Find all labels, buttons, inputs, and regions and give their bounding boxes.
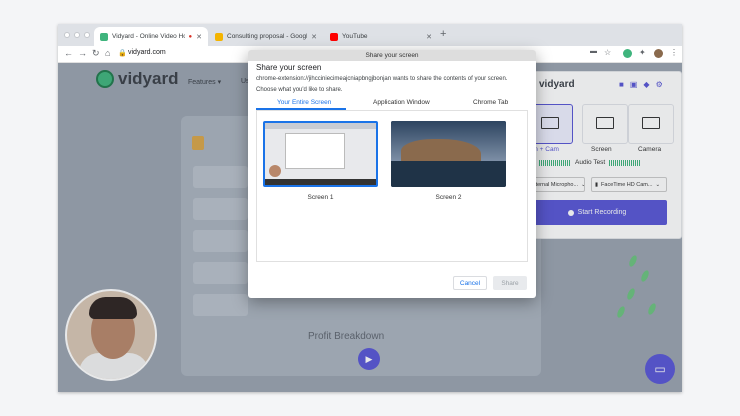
dialog-heading: Share your screen xyxy=(256,63,322,72)
thumb-dock xyxy=(265,179,376,185)
tab-vidyard[interactable]: Vidyard - Online Video Ho ● ✕ xyxy=(94,27,208,46)
window-controls xyxy=(64,32,90,38)
tab-entire-screen[interactable]: Your Entire Screen xyxy=(277,99,331,106)
recording-indicator-icon: ● xyxy=(188,33,193,40)
browser-window: Vidyard - Online Video Ho ● ✕ Consulting… xyxy=(58,24,682,392)
thumb-webcam xyxy=(269,165,281,177)
tab-consulting[interactable]: Consulting proposal - Googl ✕ xyxy=(209,27,323,46)
share-button[interactable]: Share xyxy=(493,276,527,290)
thumb-toolbar xyxy=(265,123,376,129)
minimize-window-button[interactable] xyxy=(74,32,80,38)
forward-icon[interactable]: → xyxy=(78,48,87,58)
dialog-message: chrome-extension://jihcciniecimeajcniapb… xyxy=(256,75,528,97)
dialog-title-bar: Share your screen xyxy=(248,50,536,61)
screen-1-label: Screen 1 xyxy=(307,194,334,201)
new-tab-button[interactable]: + xyxy=(440,28,446,40)
close-window-button[interactable] xyxy=(64,32,70,38)
active-tab-underline xyxy=(256,108,346,110)
screen-grid: Screen 1 Screen 2 xyxy=(256,111,528,262)
youtube-favicon-icon xyxy=(330,32,338,41)
vidyard-extension-icon[interactable] xyxy=(623,49,632,58)
slides-favicon-icon xyxy=(215,32,223,41)
tab-application-window[interactable]: Application Window xyxy=(373,99,430,106)
maximize-window-button[interactable] xyxy=(84,32,90,38)
close-tab-icon[interactable]: ✕ xyxy=(196,33,202,41)
cancel-button[interactable]: Cancel xyxy=(453,276,487,290)
screen-2-label: Screen 2 xyxy=(435,194,462,201)
tab-youtube[interactable]: YouTube ✕ xyxy=(324,27,438,46)
tab-title: Vidyard - Online Video Ho xyxy=(112,33,185,40)
menu-kebab-icon[interactable]: ⋮ xyxy=(670,48,678,57)
tab-strip: Vidyard - Online Video Ho ● ✕ Consulting… xyxy=(58,24,682,46)
close-tab-icon[interactable]: ✕ xyxy=(311,33,317,41)
cast-icon[interactable]: ▬ xyxy=(590,48,597,55)
close-tab-icon[interactable]: ✕ xyxy=(426,33,432,41)
home-icon[interactable]: ⌂ xyxy=(105,48,110,58)
dialog-message-line: chrome-extension://jihcciniecimeajcniapb… xyxy=(256,76,508,82)
tab-title: Consulting proposal - Googl xyxy=(227,33,308,40)
dialog-message-line: Choose what you'd like to share. xyxy=(256,87,343,93)
screen-2-thumbnail[interactable] xyxy=(391,121,506,187)
share-screen-dialog: Share your screen Share your screen chro… xyxy=(248,50,536,298)
tab-title: YouTube xyxy=(342,33,368,40)
back-icon[interactable]: ← xyxy=(64,48,73,58)
bookmark-star-icon[interactable]: ☆ xyxy=(604,48,611,57)
thumb-window xyxy=(285,133,345,169)
tab-chrome-tab[interactable]: Chrome Tab xyxy=(473,99,508,106)
screen-1-thumbnail[interactable] xyxy=(263,121,378,187)
extensions-puzzle-icon[interactable]: ✦ xyxy=(639,48,646,57)
lock-icon: 🔒 xyxy=(118,50,127,57)
profile-avatar-icon[interactable] xyxy=(654,49,663,58)
thumb-sea xyxy=(391,160,506,187)
vidyard-favicon-icon xyxy=(100,32,108,41)
url-field[interactable]: vidyard.com xyxy=(128,49,166,56)
reload-icon[interactable]: ↻ xyxy=(92,48,100,59)
